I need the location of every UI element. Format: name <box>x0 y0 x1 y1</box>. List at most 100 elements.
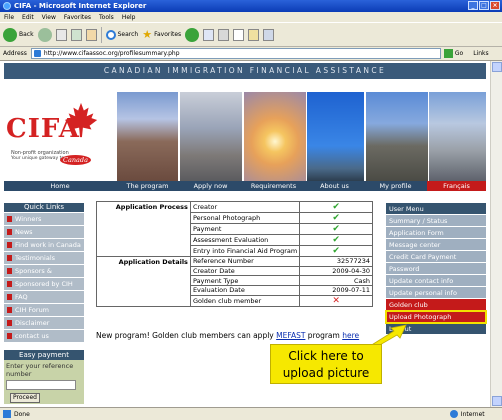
menu-edit[interactable]: Edit <box>22 14 34 21</box>
table-row: Application Details Reference Number 325… <box>96 256 373 267</box>
photo-city-skyline <box>429 92 486 182</box>
toolbar: Back Search ★ Favorites <box>0 23 502 47</box>
quick-link-contact-us[interactable]: contact us <box>4 330 84 342</box>
menu-message-center[interactable]: Message center <box>386 239 486 251</box>
check-icon: ✔ <box>299 245 373 257</box>
menu-view[interactable]: View <box>42 14 56 21</box>
easy-payment-heading: Easy payment <box>4 350 84 360</box>
quick-link-sponsors[interactable]: Sponsors & Witnesses <box>4 265 84 287</box>
menu-tools[interactable]: Tools <box>99 14 114 21</box>
menu-favorites[interactable]: Favorites <box>64 14 91 21</box>
row-value: 2009-04-30 <box>299 265 373 277</box>
go-button[interactable]: Go <box>443 49 463 58</box>
row-name: Reference Number <box>189 256 301 267</box>
history-button[interactable] <box>203 28 215 41</box>
quick-link-testimonials[interactable]: Testimonials <box>4 252 84 264</box>
folder-icon[interactable] <box>248 28 260 41</box>
quick-link-forum[interactable]: CIH Forum <box>4 304 84 316</box>
nav-francais[interactable]: Français <box>427 181 486 191</box>
address-label: Address <box>3 50 27 57</box>
application-process-label: Application Process <box>96 201 191 213</box>
links-button[interactable]: Links <box>473 50 488 57</box>
status-text: Done <box>14 410 30 418</box>
row-name: Assessment Evaluation <box>189 234 301 246</box>
promo-text: New program! Golden club members can app… <box>96 331 360 340</box>
address-input[interactable]: http://www.cifaassoc.org/profilesummary.… <box>30 48 441 59</box>
back-arrow-icon <box>3 27 17 42</box>
main-nav: Home The program Apply now Requirements … <box>4 181 486 191</box>
home-button[interactable] <box>85 28 97 41</box>
table-row: Personal Photograph ✔ <box>96 212 373 224</box>
row-name: Personal Photograph <box>189 212 301 224</box>
proceed-button[interactable]: Proceed <box>10 393 40 403</box>
menu-help[interactable]: Help <box>122 14 136 21</box>
table-row: Payment ✔ <box>96 223 373 235</box>
favorites-button[interactable]: ★ Favorites <box>142 28 181 41</box>
vertical-scrollbar[interactable] <box>490 61 502 407</box>
back-button[interactable]: Back <box>3 27 34 42</box>
mefast-link[interactable]: MEFAST <box>276 331 305 340</box>
menu-credit-card-payment[interactable]: Credit Card Payment <box>386 251 486 263</box>
close-button[interactable]: × <box>490 1 500 10</box>
logo-text[interactable]: CIFA <box>6 114 80 144</box>
menu-application-form[interactable]: Application Form <box>386 227 486 239</box>
table-row: Entry into Financial Aid Program ✔ <box>96 245 373 257</box>
reference-number-input[interactable] <box>6 380 76 390</box>
row-name: Evaluation Date <box>189 285 301 296</box>
application-table: Application Process Creator ✔ Personal P… <box>96 201 373 307</box>
scroll-down-button[interactable] <box>492 396 502 406</box>
nav-apply-now[interactable]: Apply now <box>179 181 242 191</box>
internet-zone-icon <box>449 410 458 418</box>
quick-links-list: Winners News Find work in Canada Testimo… <box>4 213 84 343</box>
window-title-bar: CIFA - Microsoft Internet Explorer _ □ × <box>0 0 502 12</box>
logo-canada-badge: Canada <box>60 155 91 165</box>
menu-summary-status[interactable]: Summary / Status <box>386 215 486 227</box>
check-icon: ✔ <box>299 212 373 224</box>
photo-chateau <box>366 92 428 182</box>
quick-link-winners[interactable]: Winners <box>4 213 84 225</box>
table-row: Golden club member ✕ <box>96 294 373 307</box>
quick-link-news[interactable]: News <box>4 226 84 238</box>
menu-golden-club[interactable]: Golden club <box>386 299 486 311</box>
window-title: CIFA - Microsoft Internet Explorer <box>14 2 147 10</box>
menu-update-contact-info[interactable]: Update contact info <box>386 275 486 287</box>
menu-file[interactable]: File <box>4 14 14 21</box>
nav-the-program[interactable]: The program <box>116 181 179 191</box>
maximize-button[interactable]: □ <box>479 1 489 10</box>
row-name: Entry into Financial Aid Program <box>189 245 301 257</box>
quick-link-find-work[interactable]: Find work in Canada <box>4 239 84 251</box>
print-button[interactable] <box>233 28 245 41</box>
photo-parliament <box>117 92 178 182</box>
status-bar: Done Internet <box>0 407 502 420</box>
go-arrow-icon <box>443 49 453 58</box>
here-link[interactable]: here <box>342 331 359 340</box>
quick-link-disclaimer[interactable]: Disclaimer <box>4 317 84 329</box>
zone-text: Internet <box>460 410 485 418</box>
messenger-icon[interactable] <box>263 28 275 41</box>
quick-link-sponsored-by[interactable]: Sponsored by CIH <box>4 278 84 290</box>
row-name: Golden club member <box>189 294 301 307</box>
table-row: Creator Date 2009-04-30 <box>96 265 373 277</box>
menu-update-personal-info[interactable]: Update personal info <box>386 287 486 299</box>
ie-page-icon <box>3 410 11 418</box>
menu-upload-photograph[interactable]: Upload Photograph <box>385 310 487 324</box>
menu-password[interactable]: Password <box>386 263 486 275</box>
media-button[interactable] <box>185 27 200 42</box>
scroll-up-button[interactable] <box>492 62 502 72</box>
search-button[interactable]: Search <box>105 29 138 40</box>
refresh-button[interactable] <box>70 28 82 41</box>
photo-cn-tower <box>307 92 364 182</box>
mail-button[interactable] <box>218 28 230 41</box>
site-banner: CANADIAN IMMIGRATION FINANCIAL ASSISTANC… <box>4 63 486 79</box>
stop-button[interactable] <box>55 28 67 41</box>
upload-tip-callout: Click here to upload picture <box>270 344 382 384</box>
quick-link-faq[interactable]: FAQ <box>4 291 84 303</box>
nav-my-profile[interactable]: My profile <box>364 181 427 191</box>
forward-button[interactable] <box>37 27 52 42</box>
logo-tagline: Your unique gateway to <box>11 156 65 161</box>
minimize-button[interactable]: _ <box>468 1 478 10</box>
nav-requirements[interactable]: Requirements <box>242 181 305 191</box>
row-value: 32577234 <box>299 256 373 267</box>
nav-home[interactable]: Home <box>4 181 116 191</box>
nav-about-us[interactable]: About us <box>305 181 364 191</box>
